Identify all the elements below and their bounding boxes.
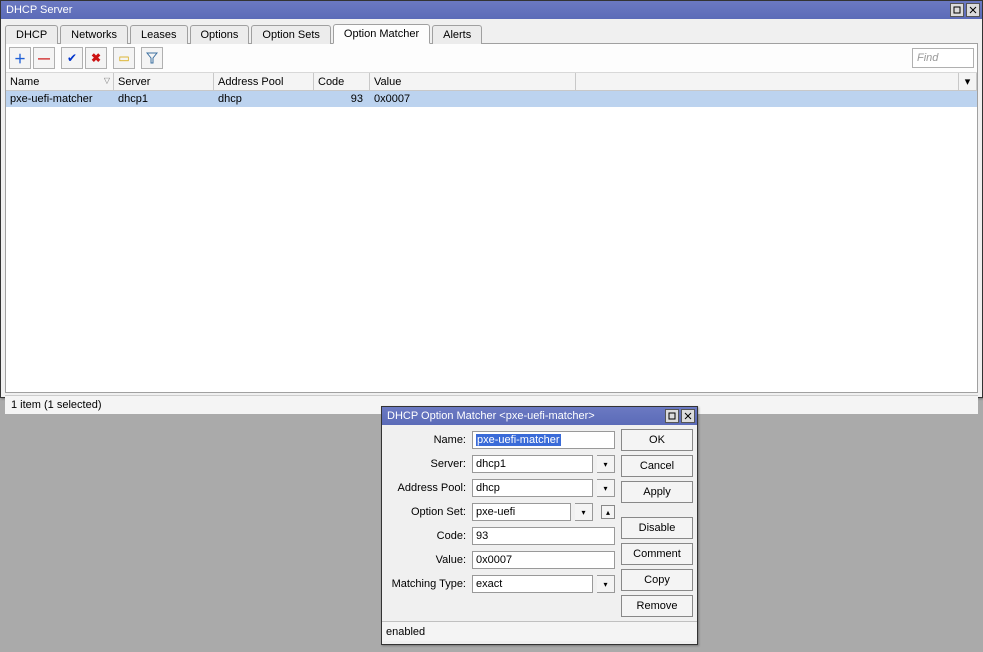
value-field[interactable]: 0x0007 xyxy=(472,551,615,569)
dialog-close-button[interactable] xyxy=(681,409,695,423)
tab-option-sets[interactable]: Option Sets xyxy=(251,25,330,44)
disable-button-tb[interactable]: ✖ xyxy=(85,47,107,69)
dialog-status: enabled xyxy=(382,621,697,641)
pool-dropdown[interactable]: ▾ xyxy=(597,479,615,497)
tab-dhcp[interactable]: DHCP xyxy=(5,25,58,44)
disable-button[interactable]: Disable xyxy=(621,517,693,539)
cancel-button[interactable]: Cancel xyxy=(621,455,693,477)
cell-code: 93 xyxy=(314,93,370,105)
optset-collapse[interactable]: ▴ xyxy=(601,505,615,519)
filter-button[interactable] xyxy=(141,47,163,69)
code-field[interactable]: 93 xyxy=(472,527,615,545)
cell-value: 0x0007 xyxy=(370,93,576,105)
tab-options[interactable]: Options xyxy=(190,25,250,44)
tab-leases[interactable]: Leases xyxy=(130,25,187,44)
dialog-titlebar[interactable]: DHCP Option Matcher <pxe-uefi-matcher> xyxy=(382,407,697,425)
find-input[interactable]: Find xyxy=(912,48,974,68)
comment-button-tb[interactable]: ▭ xyxy=(113,47,135,69)
remove-button-tb[interactable]: — xyxy=(33,47,55,69)
mtype-dropdown[interactable]: ▾ xyxy=(597,575,615,593)
minus-icon: — xyxy=(38,51,50,65)
comment-button[interactable]: Comment xyxy=(621,543,693,565)
tab-bar: DHCP Networks Leases Options Option Sets… xyxy=(1,19,982,43)
dialog-title: DHCP Option Matcher <pxe-uefi-matcher> xyxy=(387,410,665,422)
optset-field[interactable]: pxe-uefi xyxy=(472,503,571,521)
server-field[interactable]: dhcp1 xyxy=(472,455,593,473)
label-code: Code: xyxy=(386,530,468,542)
dialog-body: Name: pxe-uefi-matcher Server: dhcp1 ▾ A… xyxy=(382,425,697,621)
cell-pool: dhcp xyxy=(214,93,314,105)
label-value: Value: xyxy=(386,554,468,566)
server-dropdown[interactable]: ▾ xyxy=(597,455,615,473)
optset-dropdown[interactable]: ▾ xyxy=(575,503,593,521)
mtype-field[interactable]: exact xyxy=(472,575,593,593)
dialog-window: DHCP Option Matcher <pxe-uefi-matcher> N… xyxy=(381,406,698,645)
grid-body: pxe-uefi-matcher dhcp1 dhcp 93 0x0007 xyxy=(6,91,977,392)
dialog-buttons: OK Cancel Apply Disable Comment Copy Rem… xyxy=(621,429,693,617)
enable-button[interactable]: ✔ xyxy=(61,47,83,69)
label-pool: Address Pool: xyxy=(386,482,468,494)
col-server[interactable]: Server xyxy=(114,73,214,90)
add-button[interactable]: ＋ xyxy=(9,47,31,69)
pool-field[interactable]: dhcp xyxy=(472,479,593,497)
name-field[interactable]: pxe-uefi-matcher xyxy=(472,431,615,449)
main-restore-button[interactable] xyxy=(950,3,964,17)
remove-button[interactable]: Remove xyxy=(621,595,693,617)
tab-alerts[interactable]: Alerts xyxy=(432,25,482,44)
copy-button[interactable]: Copy xyxy=(621,569,693,591)
main-titlebar[interactable]: DHCP Server xyxy=(1,1,982,19)
col-pool[interactable]: Address Pool xyxy=(214,73,314,90)
col-name[interactable]: Name xyxy=(6,73,114,90)
col-extra[interactable] xyxy=(576,73,959,90)
col-value[interactable]: Value xyxy=(370,73,576,90)
toolbar: ＋ — ✔ ✖ ▭ Find xyxy=(6,44,977,73)
funnel-icon xyxy=(146,52,158,64)
label-optset: Option Set: xyxy=(386,506,468,518)
apply-button[interactable]: Apply xyxy=(621,481,693,503)
check-icon: ✔ xyxy=(67,51,77,65)
tab-networks[interactable]: Networks xyxy=(60,25,128,44)
plus-icon: ＋ xyxy=(14,50,26,67)
dialog-restore-button[interactable] xyxy=(665,409,679,423)
tab-option-matcher[interactable]: Option Matcher xyxy=(333,24,430,44)
note-icon: ▭ xyxy=(118,51,129,65)
ok-button[interactable]: OK xyxy=(621,429,693,451)
main-title: DHCP Server xyxy=(6,4,950,16)
main-close-button[interactable] xyxy=(966,3,980,17)
dialog-form: Name: pxe-uefi-matcher Server: dhcp1 ▾ A… xyxy=(386,429,615,617)
label-mtype: Matching Type: xyxy=(386,578,468,590)
main-window: DHCP Server DHCP Networks Leases Options… xyxy=(0,0,983,398)
col-code[interactable]: Code xyxy=(314,73,370,90)
table-row[interactable]: pxe-uefi-matcher dhcp1 dhcp 93 0x0007 xyxy=(6,91,977,107)
grid-header: Name Server Address Pool Code Value ▾ xyxy=(6,73,977,91)
label-server: Server: xyxy=(386,458,468,470)
cell-name: pxe-uefi-matcher xyxy=(6,93,114,105)
option-matcher-panel: ＋ — ✔ ✖ ▭ Find Name Server Address Pool … xyxy=(5,43,978,393)
label-name: Name: xyxy=(386,434,468,446)
columns-dropdown[interactable]: ▾ xyxy=(959,73,977,90)
cell-server: dhcp1 xyxy=(114,93,214,105)
x-icon: ✖ xyxy=(91,51,101,65)
